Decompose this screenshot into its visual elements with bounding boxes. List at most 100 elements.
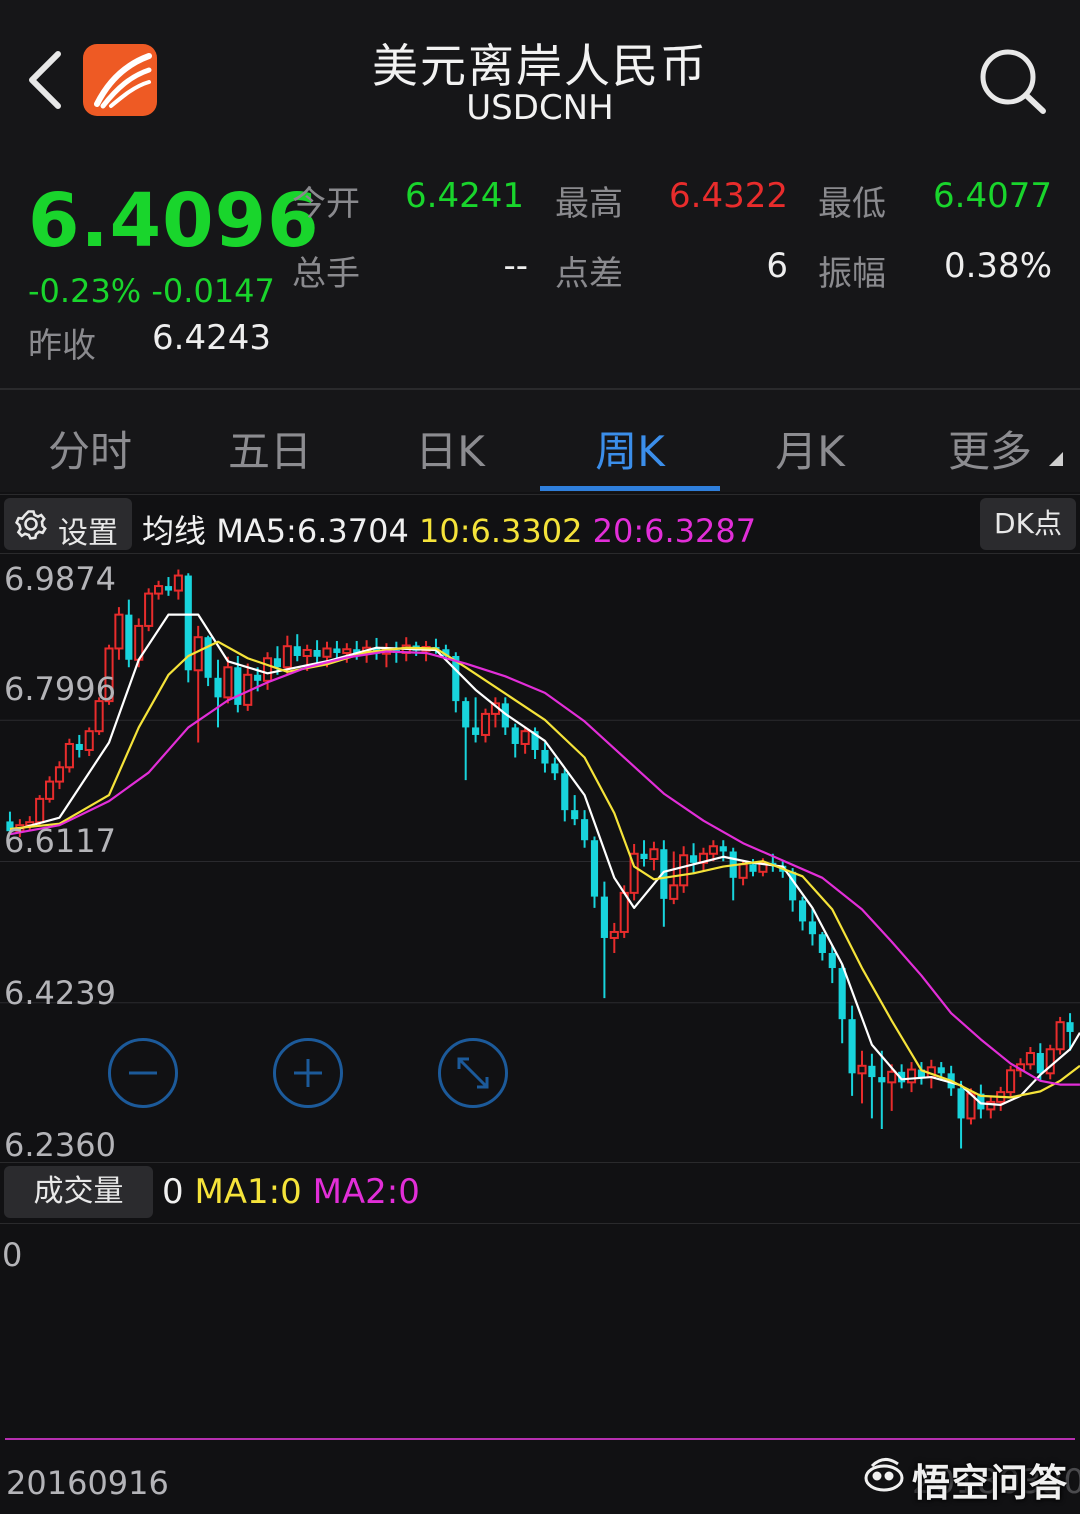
candle-up [114,607,124,660]
candle-down [660,840,668,927]
stat-label-open: 今开 [292,184,360,224]
stat-label-high: 最高 [555,184,623,224]
search-icon [980,49,1046,114]
gear-icon [15,510,47,540]
y-tick-label: 6.2360 [4,1126,116,1164]
stat-value-open: 6.4241 [405,176,524,216]
candle-up [45,776,55,803]
candle-up [649,841,659,871]
volume-legend: 0 MA1:0 MA2:0 [162,1172,420,1212]
zoom-in-button[interactable] [273,1038,343,1108]
candle-down [878,1050,886,1129]
candle-down [313,640,321,664]
volume-indicator-button[interactable]: 成交量 [4,1166,153,1218]
candle-up [173,569,183,600]
candle-down [798,896,807,931]
candle-down [214,659,222,728]
volume-ma2: MA2:0 [312,1172,420,1212]
fit-screen-icon [457,1057,489,1089]
candle-up [1006,1065,1016,1098]
candle-down [689,843,698,875]
candle-up [669,851,679,905]
candle-down [184,573,192,683]
tab-monthly-k[interactable]: 月K [720,418,900,476]
candle-up [986,1097,996,1119]
candle-up [629,843,639,901]
volume-ma-line [5,1438,1075,1440]
y-tick-label: 6.7996 [4,670,116,708]
candle-up [54,761,65,790]
candle-down [868,1053,876,1119]
candle-up [857,1050,867,1104]
candle-down [164,577,173,596]
candle-down [551,757,559,781]
zoom-in-icon [294,1059,322,1087]
candle-down [848,1005,856,1096]
chart-gridlines [0,719,1080,1004]
y-tick-label: 6.9874 [4,560,116,598]
candle-up [609,922,619,954]
candle-down [590,836,599,908]
candle-up [64,738,74,773]
more-dropdown-icon [1049,452,1063,466]
stat-value-high: 6.4322 [669,176,788,216]
tab-intraday[interactable]: 分时 [0,418,180,476]
settings-label: 设置 [58,516,118,551]
ma-line-10 [9,640,1080,1099]
candle-up [243,663,253,711]
candle-up [996,1086,1006,1111]
x-start-date: 20160916 [6,1464,169,1502]
stat-label-low: 最低 [818,184,886,224]
candle-down [729,847,737,901]
candle-down [640,840,648,867]
fit-screen-button[interactable] [438,1038,508,1108]
candle-down [838,964,846,1044]
stat-value-amplitude: 0.38% [943,246,1052,286]
change-absolute: -0.0147 [151,272,275,310]
y-tick-label: 6.4239 [4,974,116,1012]
candle-down [541,742,549,773]
zoom-out-button[interactable] [108,1038,178,1108]
candle-down [561,768,569,822]
y-tick-label: 6.6117 [4,822,116,860]
volume-y-tick: 0 [2,1236,23,1274]
candle-up [1045,1044,1055,1080]
volume-ma1: MA1:0 [194,1172,302,1212]
candle-up [490,697,500,728]
candle-up [1025,1047,1035,1070]
search-button[interactable] [975,45,1050,120]
stat-label-volume: 总手 [292,254,360,294]
tab-five-day[interactable]: 五日 [180,418,360,476]
candle-down [581,810,589,848]
stat-label-spread: 点差 [555,254,623,294]
candle-up [144,588,154,632]
prev-close-label: 昨收 [28,326,96,366]
candle-down [818,931,826,961]
dk-point-button[interactable]: DK点 [980,498,1076,550]
tab-daily-k[interactable]: 日K [360,418,540,476]
tab-weekly-k[interactable]: 周K [540,418,720,476]
stat-value-spread: 6 [766,246,788,286]
candle-up [1055,1016,1065,1055]
ma10-value: 10:6.3302 [418,512,583,550]
candle-down [75,734,83,758]
candle-down [571,795,579,826]
ma-lines [9,613,1080,1106]
candle-down [204,635,212,687]
candle-up [223,656,233,704]
candle-up [35,795,45,826]
candle-down [600,881,608,999]
volume-value: 0 [162,1172,184,1212]
symbol-code: USDCNH [466,88,614,128]
candle-down [125,599,133,668]
zoom-out-icon [129,1071,157,1075]
stat-label-amplitude: 振幅 [818,254,886,294]
candle-up [679,846,689,893]
candle-up [381,643,392,668]
ma-prefix: 均线 [142,512,207,550]
stat-value-low: 6.4077 [933,176,1052,216]
watermark-text: 悟空问答 [912,1461,1069,1505]
candle-down [293,634,301,662]
prev-close-value: 6.4243 [152,318,271,358]
candle-up [906,1062,917,1093]
